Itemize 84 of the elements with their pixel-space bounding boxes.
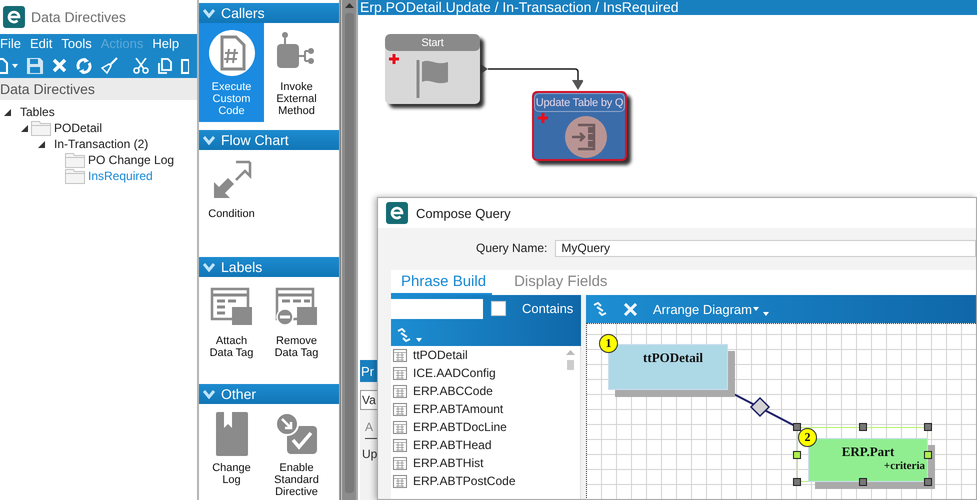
resize-handle[interactable] [793, 423, 801, 431]
folder-icon [65, 152, 85, 168]
toolbox-item[interactable]: Change Log [199, 404, 264, 500]
folder-icon [65, 168, 85, 184]
number-badge: 1 [599, 334, 618, 353]
copy-icon[interactable] [158, 58, 172, 74]
node-title: Start [421, 36, 444, 48]
section-header[interactable]: Other [199, 384, 339, 404]
expand-arrow-icon[interactable] [20, 124, 28, 132]
brush-icon[interactable] [101, 57, 118, 74]
table-name: ttPODetail [643, 350, 703, 365]
section-header[interactable]: Labels [199, 257, 339, 277]
list-item[interactable]: ERP.ABTDocLine [413, 420, 507, 434]
resize-handle[interactable] [793, 450, 801, 458]
search-field[interactable] [391, 298, 483, 318]
link-icon[interactable] [396, 328, 412, 342]
logo-icon [386, 202, 408, 224]
table-cell: Up [362, 447, 378, 461]
checkbox-label: Contains [522, 301, 574, 316]
caret-icon[interactable] [416, 338, 422, 342]
close-icon[interactable] [624, 302, 637, 316]
resize-handle[interactable] [924, 478, 932, 486]
dialog-title: Compose Query [416, 206, 511, 220]
section-header[interactable]: Flow Chart [199, 130, 339, 150]
section-header[interactable]: Callers [199, 3, 339, 23]
node-title: Update Table by Q [536, 96, 624, 108]
chevron-icon[interactable] [203, 136, 215, 144]
breadcrumb: Erp.PODetail.Update / In-Transaction / InsRequired [360, 0, 679, 15]
list-item[interactable]: ERP.ABTHead [413, 438, 492, 452]
menu-item[interactable]: Tools [61, 36, 92, 51]
expand-arrow-icon[interactable] [3, 108, 11, 116]
query-name-field[interactable]: MyQuery [555, 240, 976, 256]
save-icon[interactable] [27, 58, 43, 74]
chevron-icon[interactable] [203, 8, 215, 18]
toolbox-item[interactable]: Execute Custom Code [199, 23, 264, 122]
scrollbar[interactable] [566, 350, 575, 372]
paste-icon[interactable] [181, 58, 189, 74]
tab[interactable]: Display Fields [504, 270, 614, 295]
toolbox-item[interactable]: Remove Data Tag [264, 277, 329, 376]
flow-node[interactable]: Update Table by Q [532, 91, 627, 161]
toolbox-item[interactable]: Enable Standard Directive [264, 404, 329, 500]
chevron-icon[interactable] [203, 390, 215, 398]
criteria-label: +criteria [884, 460, 925, 472]
menu-item[interactable]: File [0, 36, 21, 51]
arrange-diagram-menu[interactable]: Arrange Diagram [653, 302, 759, 316]
tree-item[interactable]: In-Transaction (2) [54, 137, 148, 151]
column-header: A [365, 420, 374, 434]
toolbox-item[interactable]: Invoke External Method [264, 23, 329, 122]
chevron-icon[interactable] [203, 262, 215, 272]
expand-arrow-icon[interactable] [37, 140, 45, 148]
resize-handle[interactable] [924, 423, 932, 431]
toolbox-item[interactable]: Condition [199, 150, 264, 249]
tree-item[interactable]: InsRequired [88, 169, 153, 183]
toolbox-item[interactable]: Attach Data Tag [199, 277, 264, 376]
window-title: Data Directives [31, 9, 126, 25]
tree-item[interactable]: PO Change Log [88, 153, 174, 167]
table-name: ERP.Part [842, 444, 894, 459]
add-icon[interactable] [389, 54, 399, 64]
caret-icon[interactable] [12, 64, 18, 68]
list-item[interactable]: ERP.ABTAmount [413, 402, 504, 416]
link-icon[interactable] [592, 302, 608, 316]
checkbox[interactable] [491, 301, 506, 316]
code-icon [208, 29, 256, 77]
scissors-icon[interactable] [133, 58, 149, 74]
list-item[interactable]: ERP.ABTPostCode [413, 474, 516, 488]
field-label: Query Name: [476, 241, 548, 255]
resize-handle[interactable] [858, 423, 866, 431]
number-badge: 2 [798, 428, 817, 447]
logo-icon [3, 6, 25, 28]
menu-item[interactable]: Edit [30, 36, 52, 51]
panel-title: Pr [361, 364, 374, 378]
tree-item[interactable]: Tables [20, 105, 55, 119]
refresh-icon[interactable] [76, 58, 92, 74]
list-item[interactable]: ICE.AADConfig [413, 366, 496, 380]
menu-item[interactable]: Help [152, 36, 180, 51]
list-item[interactable]: ttPODetail [413, 348, 468, 362]
list-item[interactable]: ERP.ABCCode [413, 384, 493, 398]
x-mark-icon[interactable] [52, 58, 67, 73]
tree-item[interactable]: PODetail [54, 121, 102, 135]
folder-icon [31, 120, 51, 136]
resize-handle[interactable] [793, 478, 801, 486]
panel-title: Data Directives [0, 81, 95, 97]
list-item[interactable]: ERP.ABTHist [413, 456, 484, 470]
table-update-icon [564, 115, 608, 159]
